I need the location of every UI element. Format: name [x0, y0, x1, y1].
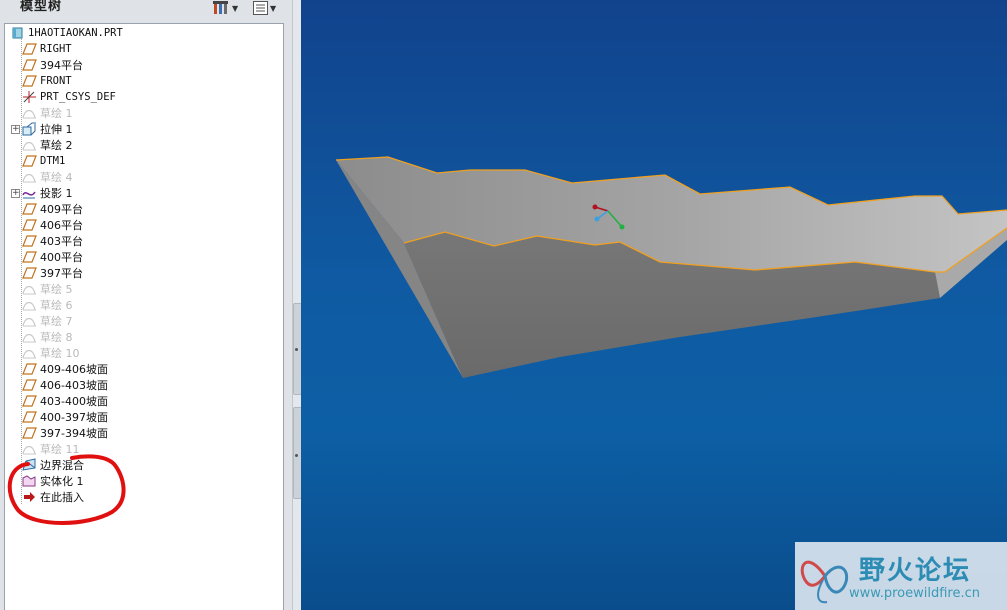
datum-plane-icon — [22, 75, 37, 87]
tree-item-label: 397-394坡面 — [40, 427, 108, 440]
tree-item[interactable]: 403平台 — [11, 233, 83, 249]
forum-watermark: 野火论坛 www.proewildfire.cn — [795, 542, 1007, 610]
tree-item[interactable]: 草绘 7 — [11, 313, 73, 329]
watermark-title: 野火论坛 — [859, 556, 972, 586]
tree-item[interactable]: 406-403坡面 — [11, 377, 108, 393]
datum-plane-icon — [22, 43, 37, 55]
tree-item[interactable]: DTM1 — [11, 153, 65, 169]
tree-item-label: 草绘 1 — [40, 107, 73, 120]
model-tree-title: 模型树 — [20, 0, 63, 14]
tree-item[interactable]: 403-400坡面 — [11, 393, 108, 409]
tree-item-label: 草绘 4 — [40, 171, 73, 184]
tree-item-label: 草绘 10 — [40, 347, 80, 360]
sketch-icon — [22, 333, 36, 343]
tree-item-label: 400-397坡面 — [40, 411, 108, 424]
datum-plane-icon — [22, 235, 37, 247]
tree-item-label: 394平台 — [40, 59, 83, 72]
tree-item[interactable]: PRT_CSYS_DEF — [11, 89, 116, 105]
sketch-icon — [22, 109, 36, 119]
tree-item[interactable]: 草绘 1 — [11, 105, 73, 121]
datum-plane-icon — [22, 251, 37, 263]
tree-item[interactable]: 草绘 5 — [11, 281, 73, 297]
splitter-dot — [295, 348, 298, 351]
tree-item[interactable]: 草绘 6 — [11, 297, 73, 313]
sketch-icon — [22, 317, 36, 327]
tree-item[interactable]: + 拉伸 1 — [11, 121, 73, 137]
3d-viewport[interactable]: 野火论坛 www.proewildfire.cn — [301, 0, 1007, 610]
tree-item[interactable]: 397-394坡面 — [11, 425, 108, 441]
tree-item-label: 草绘 6 — [40, 299, 73, 312]
datum-plane-icon — [22, 395, 37, 407]
red-annotation-circle — [7, 454, 126, 525]
tree-item-label: 草绘 8 — [40, 331, 73, 344]
datum-plane-icon — [22, 379, 37, 391]
tree-columns-icon — [253, 1, 268, 15]
tree-item[interactable]: RIGHT — [11, 41, 72, 57]
tree-item[interactable]: + 投影 1 — [11, 185, 73, 201]
tree-item-label: 409平台 — [40, 203, 83, 216]
tree-item-label: 草绘 2 — [40, 139, 73, 152]
chevron-down-icon: ▼ — [270, 3, 277, 13]
tree-item[interactable]: 400-397坡面 — [11, 409, 108, 425]
settings-dropdown[interactable]: ▼ — [212, 0, 238, 16]
csys-icon — [23, 91, 36, 103]
tree-item-label: 草绘 5 — [40, 283, 73, 296]
extrude-icon — [22, 122, 36, 136]
tree-item[interactable]: 397平台 — [11, 265, 83, 281]
sketch-icon — [22, 141, 36, 151]
model-tree-panel: 模型树 ▼ ▼ 1HAOTIAOKAN.PRT RIGHT 394平台 FRONT PR… — [0, 0, 292, 610]
sketch-icon — [22, 285, 36, 295]
datum-plane-icon — [22, 59, 37, 71]
tree-item[interactable]: 1HAOTIAOKAN.PRT — [10, 25, 123, 41]
datum-plane-icon — [22, 363, 37, 375]
tree-item[interactable]: 草绘 8 — [11, 329, 73, 345]
datum-plane-icon — [22, 155, 37, 167]
tree-item-label: 403-400坡面 — [40, 395, 108, 408]
tree-item-label: 投影 1 — [40, 187, 73, 200]
datum-plane-icon — [22, 267, 37, 279]
datum-plane-icon — [22, 411, 37, 423]
datum-plane-icon — [22, 203, 37, 215]
chevron-down-icon: ▼ — [232, 3, 239, 13]
watermark-url: www.proewildfire.cn — [849, 586, 980, 601]
datum-plane-icon — [22, 427, 37, 439]
tree-item-label: 拉伸 1 — [40, 123, 73, 136]
datum-plane-icon — [22, 219, 37, 231]
tree-item-label: FRONT — [40, 75, 72, 87]
tree-item-label: 409-406坡面 — [40, 363, 108, 376]
sketch-icon — [22, 349, 36, 359]
stepped-solid-model[interactable] — [301, 0, 1007, 610]
tree-item[interactable]: 草绘 2 — [11, 137, 73, 153]
tree-item-label: 草绘 7 — [40, 315, 73, 328]
tree-item-label: 1HAOTIAOKAN.PRT — [28, 27, 123, 39]
tree-item[interactable]: 406平台 — [11, 217, 83, 233]
expand-icon[interactable]: + — [11, 124, 20, 134]
tree-item[interactable]: 400平台 — [11, 249, 83, 265]
tree-item[interactable]: 394平台 — [11, 57, 83, 73]
tree-item-label: 403平台 — [40, 235, 83, 248]
part-icon — [12, 27, 23, 39]
tree-item-label: RIGHT — [40, 43, 72, 55]
tree-view-dropdown[interactable]: ▼ — [252, 0, 276, 16]
butterfly-logo-icon — [800, 560, 849, 604]
tree-item-label: 400平台 — [40, 251, 83, 264]
splitter-dot — [295, 454, 298, 457]
tree-item-label: DTM1 — [40, 155, 66, 167]
tree-item-label: PRT_CSYS_DEF — [40, 91, 116, 103]
expand-icon[interactable]: + — [11, 188, 20, 198]
tree-item-label: 406平台 — [40, 219, 83, 232]
tree-item[interactable]: 草绘 4 — [11, 169, 73, 185]
tree-item[interactable]: FRONT — [11, 73, 72, 89]
tree-item-label: 406-403坡面 — [40, 379, 108, 392]
tree-item[interactable]: 草绘 10 — [11, 345, 80, 361]
filter-tools-icon — [213, 1, 228, 14]
sketch-icon — [22, 301, 36, 311]
sketch-icon — [22, 173, 36, 183]
tree-item[interactable]: 409-406坡面 — [11, 361, 108, 377]
projection-icon — [22, 191, 36, 199]
model-tree-header: 模型树 ▼ ▼ — [0, 0, 292, 18]
tree-item-label: 397平台 — [40, 267, 83, 280]
tree-item[interactable]: 409平台 — [11, 201, 83, 217]
